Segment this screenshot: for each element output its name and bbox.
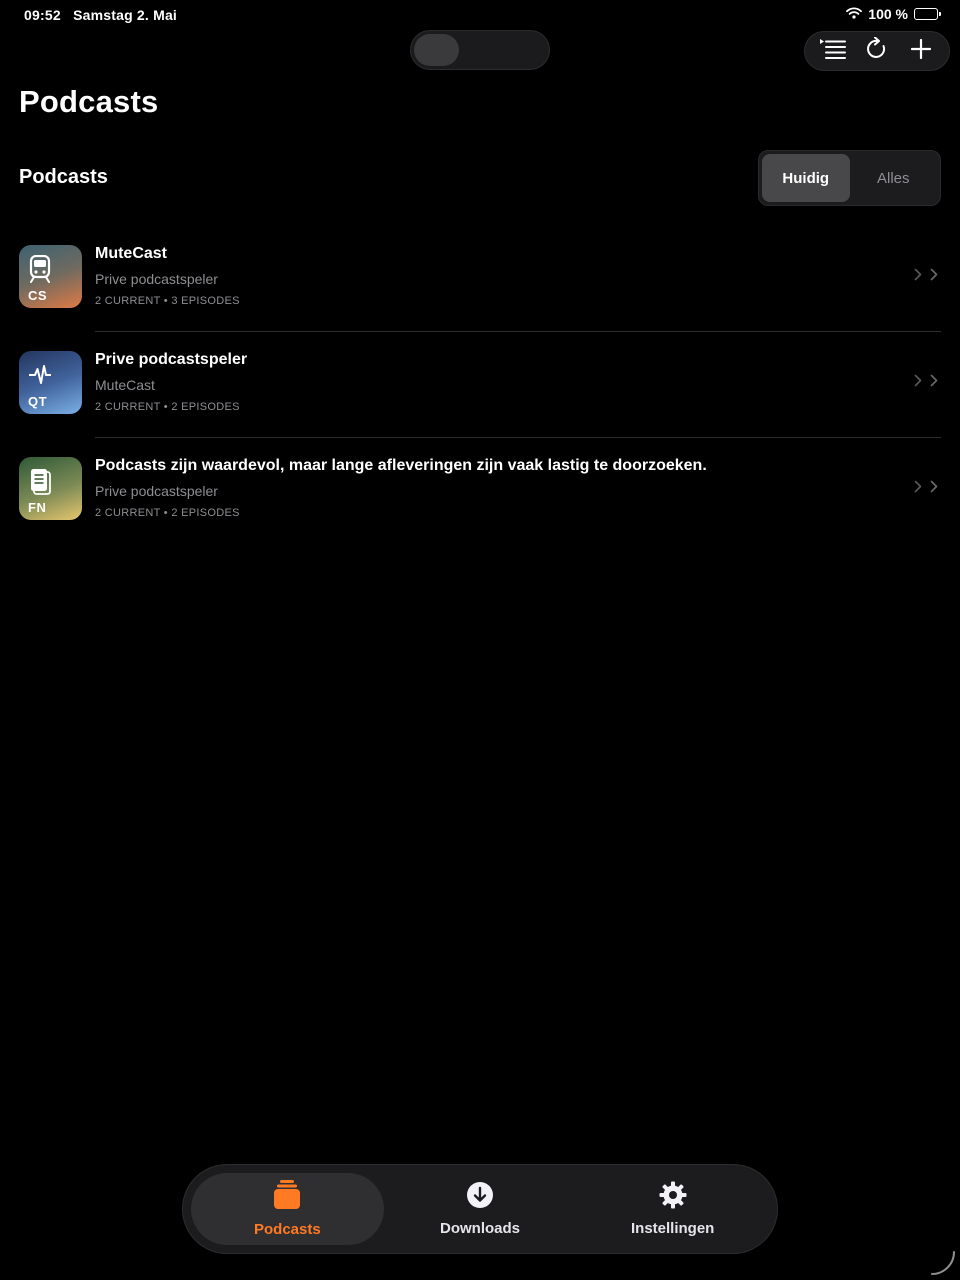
row-chevrons xyxy=(914,480,938,498)
status-time-date: 09:52 Samstag 2. Mai xyxy=(24,7,178,23)
status-indicators: 100 % xyxy=(846,6,941,22)
podcast-initials: QT xyxy=(28,394,48,409)
podcast-title: Prive podcastspeler xyxy=(95,351,248,368)
screen: 09:52 Samstag 2. Mai 100 % Podcasts Podc… xyxy=(0,0,960,1280)
podcast-subtitle: Prive podcastspeler xyxy=(95,271,218,287)
segment-huidig[interactable]: Huidig xyxy=(762,154,850,202)
podcast-initials: CS xyxy=(28,288,48,303)
podcast-row-prive-podcastspeler[interactable]: QT Prive podcastspeler MuteCast 2 CURREN… xyxy=(0,332,960,438)
podcast-subtitle: MuteCast xyxy=(95,377,155,393)
chevron-right-icon xyxy=(914,374,922,392)
chevron-right-icon xyxy=(914,268,922,286)
refresh-icon xyxy=(866,36,888,66)
chevron-right-icon xyxy=(914,480,922,498)
tab-label: Instellingen xyxy=(631,1220,715,1237)
tab-podcasts[interactable]: Podcasts xyxy=(191,1173,384,1245)
download-icon xyxy=(466,1181,494,1214)
pill-knob xyxy=(414,34,459,66)
tram-icon xyxy=(29,254,51,283)
podcast-row-mutecast[interactable]: CS MuteCast Prive podcastspeler 2 CURREN… xyxy=(0,226,960,332)
podcast-meta: 2 CURRENT • 3 EPISODES xyxy=(95,295,240,307)
chevron-right-icon xyxy=(930,374,938,392)
waveform-icon xyxy=(28,361,52,389)
section-title: Podcasts xyxy=(19,166,108,188)
battery-icon xyxy=(914,8,941,20)
tab-downloads[interactable]: Downloads xyxy=(384,1173,577,1245)
podcast-artwork: QT xyxy=(19,351,82,414)
podcast-artwork: CS xyxy=(19,245,82,308)
tab-label: Podcasts xyxy=(253,1221,321,1238)
list-icon xyxy=(819,38,847,65)
row-chevrons xyxy=(914,374,938,392)
chevron-right-icon xyxy=(930,480,938,498)
list-button[interactable] xyxy=(813,33,853,69)
chevron-right-icon xyxy=(930,268,938,286)
podcast-artwork: FN xyxy=(19,457,82,520)
tab-instellingen[interactable]: Instellingen xyxy=(576,1173,769,1245)
podcasts-stack-icon xyxy=(273,1180,301,1215)
row-chevrons xyxy=(914,268,938,286)
page-title: Podcasts xyxy=(19,84,159,119)
podcast-subtitle: Prive podcastspeler xyxy=(95,483,218,499)
refresh-button[interactable] xyxy=(857,33,897,69)
multitasking-pill[interactable] xyxy=(410,30,550,70)
tab-bar: Podcasts Downloads Instellingen xyxy=(182,1164,778,1254)
podcast-meta: 2 CURRENT • 2 EPISODES xyxy=(95,401,240,413)
segment-alles[interactable]: Alles xyxy=(850,154,938,202)
tab-label: Downloads xyxy=(440,1220,521,1237)
battery-percent: 100 % xyxy=(868,6,908,22)
gear-icon xyxy=(659,1181,687,1214)
podcast-meta: 2 CURRENT • 2 EPISODES xyxy=(95,507,240,519)
wifi-icon xyxy=(846,6,863,22)
podcast-row-podcasts-zijn-waardevol[interactable]: FN Podcasts zijn waardevol, maar lange a… xyxy=(0,438,960,544)
podcast-initials: FN xyxy=(28,500,47,515)
plus-icon xyxy=(910,38,932,64)
podcast-title: MuteCast xyxy=(95,245,168,262)
document-icon xyxy=(29,467,51,495)
toolbar xyxy=(804,31,950,71)
add-button[interactable] xyxy=(901,33,941,69)
resize-corner-icon xyxy=(930,1250,956,1276)
podcast-list: CS MuteCast Prive podcastspeler 2 CURREN… xyxy=(0,226,960,544)
podcast-title: Podcasts zijn waardevol, maar lange afle… xyxy=(95,457,707,474)
status-bar: 09:52 Samstag 2. Mai 100 % xyxy=(0,0,960,30)
filter-segmented-control: Huidig Alles xyxy=(758,150,941,206)
